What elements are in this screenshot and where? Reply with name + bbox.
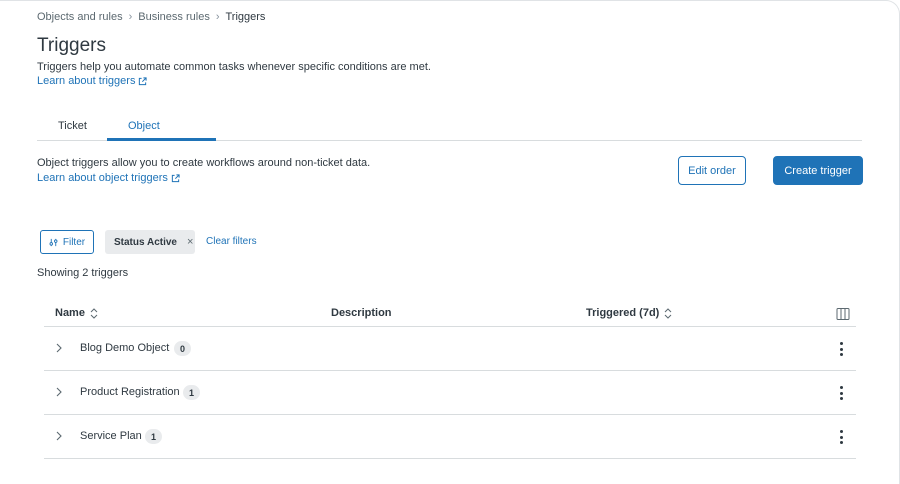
triggers-table: Name Description Triggered (7d) Blog Dem… — [44, 298, 856, 459]
filter-button[interactable]: Filter — [40, 230, 94, 254]
trigger-count-badge: 0 — [174, 341, 191, 356]
kebab-menu-icon[interactable] — [839, 430, 843, 444]
create-trigger-button[interactable]: Create trigger — [773, 156, 863, 185]
column-name-label: Name — [55, 307, 85, 319]
chevron-right-icon: › — [215, 11, 220, 23]
table-row[interactable]: Blog Demo Object 0 — [44, 327, 856, 371]
close-icon[interactable]: × — [187, 236, 193, 248]
kebab-menu-icon[interactable] — [839, 342, 843, 356]
filter-button-label: Filter — [62, 236, 86, 248]
trigger-count-badge: 1 — [183, 385, 200, 400]
object-learn-link-label: Learn about object triggers — [37, 172, 168, 184]
status-tag-label: Status Active — [114, 236, 177, 248]
breadcrumb: Objects and rules › Business rules › Tri… — [37, 11, 265, 23]
breadcrumb-objects-and-rules[interactable]: Objects and rules — [37, 11, 123, 23]
clear-filters-link[interactable]: Clear filters — [206, 236, 257, 247]
chevron-right-icon[interactable] — [55, 343, 63, 353]
column-header-description: Description — [331, 307, 392, 319]
filter-icon — [49, 238, 58, 246]
page-subtitle: Triggers help you automate common tasks … — [37, 61, 431, 73]
column-header-name[interactable]: Name — [55, 307, 98, 319]
external-link-icon — [171, 173, 180, 182]
column-header-triggered[interactable]: Triggered (7d) — [586, 307, 672, 319]
active-tab-indicator — [107, 138, 216, 141]
trigger-name[interactable]: Blog Demo Object — [80, 342, 169, 354]
status-filter-tag: Status Active × — [105, 230, 195, 254]
learn-link-label: Learn about triggers — [37, 75, 136, 87]
table-header: Name Description Triggered (7d) — [44, 298, 856, 327]
trigger-count-badge: 1 — [145, 429, 162, 444]
learn-about-object-triggers-link[interactable]: Learn about object triggers — [37, 172, 180, 184]
columns-icon[interactable] — [836, 307, 850, 321]
breadcrumb-business-rules[interactable]: Business rules — [138, 11, 210, 23]
page-title: Triggers — [37, 35, 106, 56]
column-triggered-label: Triggered (7d) — [586, 307, 660, 319]
chevron-right-icon[interactable] — [55, 431, 63, 441]
tab-object[interactable]: Object — [128, 120, 160, 132]
trigger-name[interactable]: Service Plan — [80, 430, 142, 442]
tab-list: Ticket Object — [37, 112, 862, 141]
table-row[interactable]: Service Plan 1 — [44, 415, 856, 459]
tab-ticket[interactable]: Ticket — [58, 120, 87, 132]
sort-icon — [664, 307, 672, 319]
chevron-right-icon[interactable] — [55, 387, 63, 397]
object-triggers-description: Object triggers allow you to create work… — [37, 157, 371, 169]
chevron-right-icon: › — [128, 11, 133, 23]
results-count: Showing 2 triggers — [37, 267, 129, 279]
sort-icon — [90, 307, 98, 319]
trigger-name[interactable]: Product Registration — [80, 386, 180, 398]
edit-order-button[interactable]: Edit order — [678, 156, 746, 185]
learn-about-triggers-link[interactable]: Learn about triggers — [37, 75, 148, 87]
column-description-label: Description — [331, 307, 392, 319]
kebab-menu-icon[interactable] — [839, 386, 843, 400]
table-row[interactable]: Product Registration 1 — [44, 371, 856, 415]
external-link-icon — [139, 76, 148, 85]
breadcrumb-triggers: Triggers — [225, 11, 266, 23]
